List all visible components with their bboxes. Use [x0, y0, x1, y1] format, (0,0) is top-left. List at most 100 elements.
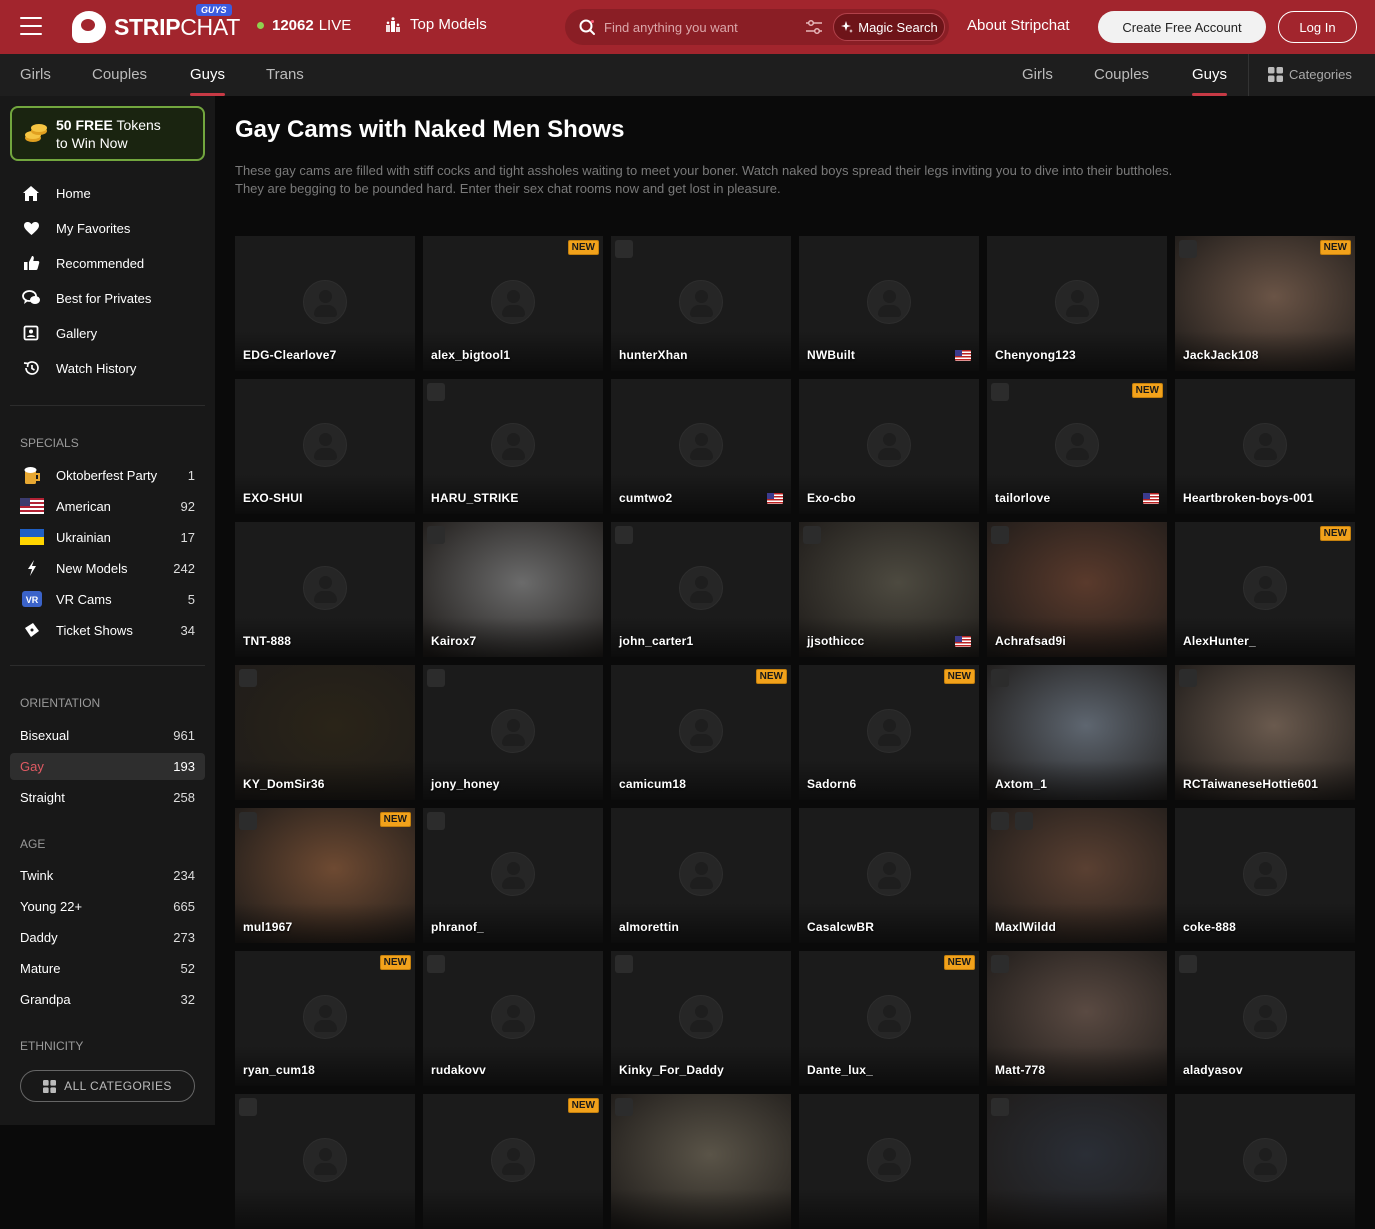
model-card[interactable]	[611, 1094, 791, 1229]
login-button[interactable]: Log In	[1278, 11, 1357, 43]
search-bar[interactable]: Magic Search	[565, 9, 949, 45]
sidebar-item-gallery[interactable]: Gallery	[20, 324, 97, 342]
model-card[interactable]	[799, 1094, 979, 1229]
model-name: TNT-888	[243, 634, 292, 648]
tab-girls[interactable]: Girls	[20, 66, 51, 83]
filter-count: 273	[173, 930, 195, 945]
age-daddy[interactable]: Daddy 273	[10, 924, 205, 951]
categories-button[interactable]: Categories	[1268, 67, 1352, 82]
model-card[interactable]	[235, 1094, 415, 1229]
model-card[interactable]: aladyasov	[1175, 951, 1355, 1086]
tab-girls-right[interactable]: Girls	[1022, 66, 1053, 83]
avatar-placeholder-icon	[867, 995, 911, 1039]
model-card[interactable]: almorettin	[611, 808, 791, 943]
model-card[interactable]: MaxlWildd	[987, 808, 1167, 943]
orientation-straight[interactable]: Straight 258	[10, 784, 205, 811]
model-card[interactable]: cumtwo2	[611, 379, 791, 514]
sidebar-item-recommended[interactable]: Recommended	[20, 254, 144, 272]
model-card[interactable]: HARU_STRIKE	[423, 379, 603, 514]
model-card[interactable]: NEW tailorlove	[987, 379, 1167, 514]
age-grandpa[interactable]: Grandpa 32	[10, 986, 205, 1013]
page-title: Gay Cams with Naked Men Shows	[235, 116, 625, 143]
filter-icon[interactable]	[805, 19, 823, 35]
about-link[interactable]: About Stripchat	[967, 17, 1070, 34]
special-oktoberfest[interactable]: Oktoberfest Party 1	[20, 466, 195, 484]
tab-guys[interactable]: Guys	[190, 66, 226, 96]
model-card[interactable]: NEW AlexHunter_	[1175, 522, 1355, 657]
model-card[interactable]: NWBuilt	[799, 236, 979, 371]
model-card[interactable]: Matt-778	[987, 951, 1167, 1086]
special-vr-cams[interactable]: VR VR Cams 5	[20, 590, 195, 608]
model-card[interactable]: NEW Sadorn6	[799, 665, 979, 800]
model-card[interactable]: Exo-cbo	[799, 379, 979, 514]
model-card[interactable]: NEW JackJack108	[1175, 236, 1355, 371]
model-card[interactable]: john_carter1	[611, 522, 791, 657]
model-card[interactable]: hunterXhan	[611, 236, 791, 371]
model-card[interactable]: EDG-Clearlove7	[235, 236, 415, 371]
tab-guys-right[interactable]: Guys	[1192, 66, 1228, 96]
model-card[interactable]: jjsothiccc	[799, 522, 979, 657]
sidebar-item-watch-history[interactable]: Watch History	[20, 359, 136, 377]
sidebar-item-favorites[interactable]: My Favorites	[20, 219, 130, 237]
special-new-models[interactable]: New Models 242	[20, 559, 195, 577]
model-card[interactable]: Axtom_1	[987, 665, 1167, 800]
free-tokens-promo[interactable]: 50 FREE Tokens to Win Now	[10, 106, 205, 161]
model-card[interactable]	[987, 1094, 1167, 1229]
model-card[interactable]: TNT-888	[235, 522, 415, 657]
special-american[interactable]: American 92	[20, 497, 195, 515]
model-card[interactable]: NEW ryan_cum18	[235, 951, 415, 1086]
status-icon	[427, 955, 445, 973]
model-card[interactable]: NEW Dante_lux_	[799, 951, 979, 1086]
model-name: RCTaiwaneseHottie601	[1183, 777, 1319, 791]
age-twink[interactable]: Twink 234	[10, 862, 205, 889]
model-card[interactable]: NEW alex_bigtool1	[423, 236, 603, 371]
search-input[interactable]	[604, 17, 794, 37]
model-card[interactable]: coke-888	[1175, 808, 1355, 943]
model-card[interactable]	[1175, 1094, 1355, 1229]
orientation-bisexual[interactable]: Bisexual 961	[10, 722, 205, 749]
all-categories-button[interactable]: ALL CATEGORIES	[20, 1070, 195, 1102]
logo[interactable]: STRIPCHAT GUYS	[72, 4, 240, 43]
lightning-icon	[28, 560, 36, 576]
model-name: Achrafsad9i	[995, 634, 1066, 648]
model-card[interactable]: EXO-SHUI	[235, 379, 415, 514]
tab-couples-right[interactable]: Couples	[1094, 66, 1149, 83]
model-card[interactable]: CasalcwBR	[799, 808, 979, 943]
special-ticket-shows[interactable]: Ticket Shows 34	[20, 621, 195, 639]
model-name: rudakovv	[431, 1063, 486, 1077]
menu-icon[interactable]	[20, 17, 42, 35]
card-shade	[611, 1189, 791, 1229]
model-name: aladyasov	[1183, 1063, 1243, 1077]
filter-label: Twink	[20, 868, 54, 883]
model-card[interactable]: jony_honey	[423, 665, 603, 800]
filter-label: Grandpa	[20, 992, 71, 1007]
age-young[interactable]: Young 22+ 665	[10, 893, 205, 920]
model-card[interactable]: NEW	[423, 1094, 603, 1229]
model-card[interactable]: Kinky_For_Daddy	[611, 951, 791, 1086]
create-account-button[interactable]: Create Free Account	[1098, 11, 1266, 43]
tab-trans[interactable]: Trans	[266, 66, 304, 83]
orientation-gay[interactable]: Gay 193	[10, 753, 205, 780]
sidebar: 50 FREE Tokens to Win Now Home My Favori…	[0, 96, 215, 1125]
model-card[interactable]: Chenyong123	[987, 236, 1167, 371]
age-mature[interactable]: Mature 52	[10, 955, 205, 982]
sidebar-item-best-for-privates[interactable]: Best for Privates	[20, 289, 151, 307]
sidebar-item-home[interactable]: Home	[20, 184, 91, 202]
top-models-link[interactable]: Top Models	[385, 16, 487, 33]
magic-search-button[interactable]: Magic Search	[833, 13, 945, 41]
model-card[interactable]: NEW mul1967	[235, 808, 415, 943]
special-ukrainian[interactable]: Ukrainian 17	[20, 528, 195, 546]
tab-couples[interactable]: Couples	[92, 66, 147, 83]
model-card[interactable]: KY_DomSir36	[235, 665, 415, 800]
model-card[interactable]: RCTaiwaneseHottie601	[1175, 665, 1355, 800]
model-card[interactable]: Heartbroken-boys-001	[1175, 379, 1355, 514]
model-card[interactable]: rudakovv	[423, 951, 603, 1086]
model-card[interactable]: phranof_	[423, 808, 603, 943]
new-badge: NEW	[567, 1098, 599, 1113]
model-name: Chenyong123	[995, 348, 1076, 362]
promo-bold: 50 FREE	[56, 116, 113, 133]
model-card[interactable]: NEW camicum18	[611, 665, 791, 800]
status-icon	[239, 1098, 257, 1116]
model-card[interactable]: Kairox7	[423, 522, 603, 657]
model-card[interactable]: Achrafsad9i	[987, 522, 1167, 657]
